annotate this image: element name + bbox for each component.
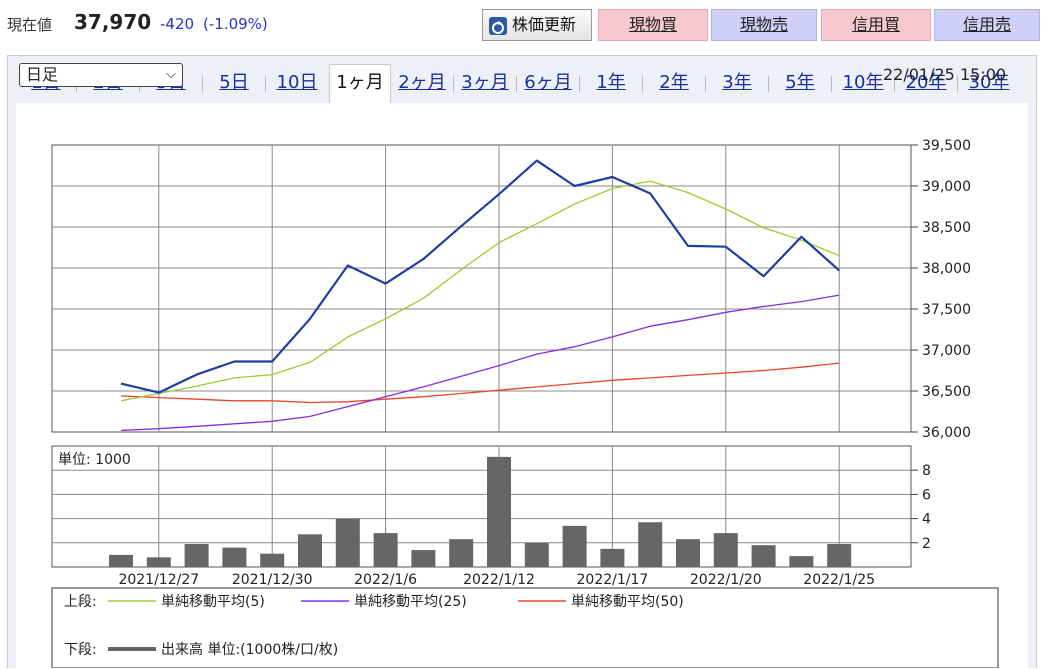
volume-bar [751,545,776,567]
ma5-line [120,180,840,402]
price-y-tick-label: 39,500 [922,138,971,154]
x-tick-label: 2022/1/17 [577,572,649,588]
volume-bar [487,456,511,567]
x-tick-label: 2021/12/27 [118,572,199,588]
price-line [120,159,840,394]
price-chart-series [120,159,840,432]
volume-bar [146,557,171,567]
legend-upper-label: 上段: [64,594,97,610]
price-y-tick-label: 36,000 [922,425,971,441]
volume-y-tick-label: 6 [922,487,931,503]
price-y-tick-label: 37,500 [922,302,971,318]
volume-bar [676,539,700,567]
legend-ma25-label: 単純移動平均(25) [354,594,467,610]
price-y-tick-label: 37,000 [922,343,971,359]
legend-volume-label: 出来高 単位:(1000株/口/枚) [161,641,338,658]
price-y-tick-label: 36,500 [922,384,971,400]
volume-bar [524,542,549,567]
legend-ma5-label: 単純移動平均(5) [161,594,265,610]
volume-bar [298,534,322,567]
volume-bar [789,556,814,567]
stock-chart: 2021/12/27 2021/12/30 2022/1/6 2022/1/12 202… [51,138,999,668]
volume-bar [109,554,133,567]
volume-bar [562,525,587,567]
volume-bar [373,533,398,567]
legend-ma50-label: 単純移動平均(50) [571,594,684,610]
legend-lower-label: 下段: [64,642,97,658]
volume-y-tick-label: 2 [922,536,931,552]
volume-bar [260,553,285,567]
volume-bar [600,548,625,567]
volume-bar [713,533,738,567]
axis-labels: 2021/12/27 2021/12/30 2022/1/6 2022/1/12 202… [118,138,971,588]
volume-bar [411,550,436,567]
volume-y-tick-label: 8 [922,463,931,479]
volume-bar [449,539,474,567]
volume-bar [335,518,360,567]
volume-y-tick-label: 4 [922,512,931,528]
ma50-line [120,362,840,404]
volume-bars [109,456,852,567]
price-y-tick-label: 38,000 [922,261,971,277]
x-tick-label: 2022/1/20 [690,572,762,588]
price-y-tick-label: 38,500 [922,220,971,236]
x-tick-label: 2022/1/12 [463,572,535,588]
x-tick-label: 2022/1/6 [354,572,417,588]
x-tick-label: 2022/1/25 [803,572,875,588]
volume-plot-frame [51,445,912,568]
volume-bar [184,544,209,567]
volume-bar [222,547,247,567]
volume-bar [827,544,852,567]
price-y-tick-label: 39,000 [922,179,971,195]
volume-bar [638,522,663,567]
volume-unit-label: 単位: 1000 [58,452,131,468]
x-tick-label: 2021/12/30 [232,572,313,588]
